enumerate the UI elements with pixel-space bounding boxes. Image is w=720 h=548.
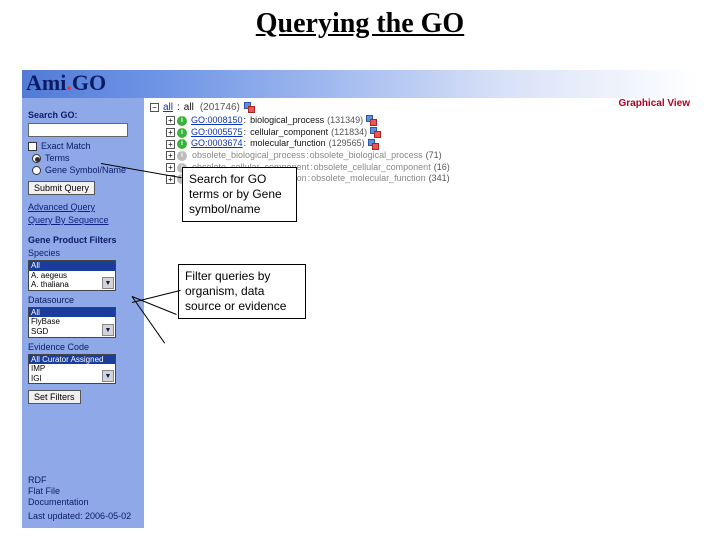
datasource-select[interactable]: All FlyBase SGD ▼ [28, 307, 116, 338]
tree-row[interactable]: + i GO:0008150 : biological_process (131… [166, 115, 692, 127]
go-id[interactable]: GO:0003674 [191, 138, 243, 150]
search-heading: Search GO: [28, 110, 138, 120]
tree-root[interactable]: − all : all (201746) [150, 102, 692, 113]
set-filters-button[interactable]: Set Filters [28, 390, 81, 404]
expand-icon[interactable]: + [166, 163, 175, 172]
collapse-icon[interactable]: − [150, 103, 159, 112]
last-updated: Last updated: 2006-05-02 [28, 511, 131, 521]
sidebar-footer: RDF Flat File Documentation Last updated… [28, 474, 131, 522]
radio-icon [32, 154, 41, 163]
species-label: Species [28, 248, 138, 258]
obs-sub: obsolete_molecular_function [311, 173, 426, 185]
pie-icon[interactable] [370, 127, 381, 138]
evidence-option: All Curator Assigned [29, 355, 115, 365]
pie-icon[interactable] [366, 115, 377, 126]
go-id[interactable]: GO:0005575 [191, 127, 243, 139]
exact-match-label: Exact Match [41, 141, 91, 151]
header-bar: Ami.GO [22, 70, 698, 98]
evidence-label: Evidence Code [28, 342, 138, 352]
tree-row[interactable]: + i GO:0003674 : molecular_function (129… [166, 138, 692, 150]
term-count: (131349) [327, 115, 363, 127]
checkbox-icon [28, 142, 37, 151]
chevron-down-icon: ▼ [102, 277, 114, 289]
search-input[interactable] [28, 123, 128, 137]
chevron-down-icon: ▼ [102, 370, 114, 382]
term-name: cellular_component [250, 127, 328, 139]
term-count: (16) [434, 162, 450, 174]
slide-title: Querying the GO [0, 8, 720, 40]
sidebar: Search GO: Exact Match Terms Gene Symbol… [22, 98, 144, 528]
filters-heading: Gene Product Filters [28, 235, 138, 245]
isa-icon: i [177, 128, 187, 138]
exact-match-checkbox[interactable]: Exact Match [28, 141, 138, 151]
term-name: obsolete_biological_process [192, 150, 305, 162]
chevron-down-icon: ▼ [102, 324, 114, 336]
term-count: (129565) [329, 138, 365, 150]
graphical-view-link[interactable]: Graphical View [618, 98, 690, 109]
go-id[interactable]: GO:0008150 [191, 115, 243, 127]
flat-file-link[interactable]: Flat File [28, 486, 131, 496]
radio-terms[interactable]: Terms [32, 153, 138, 163]
pie-icon[interactable] [368, 139, 379, 150]
term-count: (121834) [331, 127, 367, 139]
logo-suffix: GO [72, 70, 106, 95]
species-option: All [29, 261, 115, 271]
species-select[interactable]: All A. aegeus A. thaliana ▼ [28, 260, 116, 291]
root-count: (201746) [200, 102, 240, 113]
term-count: (71) [426, 150, 442, 162]
root-label: all [163, 102, 173, 113]
radio-icon [32, 166, 41, 175]
rdf-link[interactable]: RDF [28, 475, 131, 485]
isa-icon: i [177, 139, 187, 149]
submit-query-button[interactable]: Submit Query [28, 181, 95, 195]
advanced-query-link[interactable]: Advanced Query [28, 202, 138, 212]
callout-filter: Filter queries by organism, data source … [178, 264, 306, 319]
datasource-label: Datasource [28, 295, 138, 305]
callout-search: Search for GO terms or by Gene symbol/na… [182, 167, 297, 222]
datasource-option: All [29, 308, 115, 318]
isa-icon: i [177, 116, 187, 126]
term-name: molecular_function [250, 138, 326, 150]
query-by-sequence-link[interactable]: Query By Sequence [28, 215, 138, 225]
evidence-select[interactable]: All Curator Assigned IMP IGI ▼ [28, 354, 116, 385]
amigo-logo: Ami.GO [26, 70, 106, 96]
tree-row-obsolete[interactable]: + i obsolete_biological_process: obsolet… [166, 150, 692, 162]
expand-icon[interactable]: + [166, 151, 175, 160]
logo-prefix: Ami [26, 70, 66, 95]
documentation-link[interactable]: Documentation [28, 497, 131, 507]
expand-icon[interactable]: + [166, 116, 175, 125]
obs-sub: obsolete_cellular_component [314, 162, 431, 174]
isa-icon: i [177, 151, 187, 161]
obs-sub: obsolete_biological_process [310, 150, 423, 162]
term-name: biological_process [250, 115, 324, 127]
pie-icon[interactable] [244, 102, 255, 113]
root-all: all [184, 102, 194, 113]
expand-icon[interactable]: + [166, 140, 175, 149]
tree-row[interactable]: + i GO:0005575 : cellular_component (121… [166, 127, 692, 139]
radio-terms-label: Terms [45, 153, 70, 163]
term-count: (341) [429, 173, 450, 185]
amigo-app: Ami.GO Search GO: Exact Match Terms Gene… [22, 70, 698, 528]
radio-genes-label: Gene Symbol/Name [45, 165, 126, 175]
expand-icon[interactable]: + [166, 128, 175, 137]
